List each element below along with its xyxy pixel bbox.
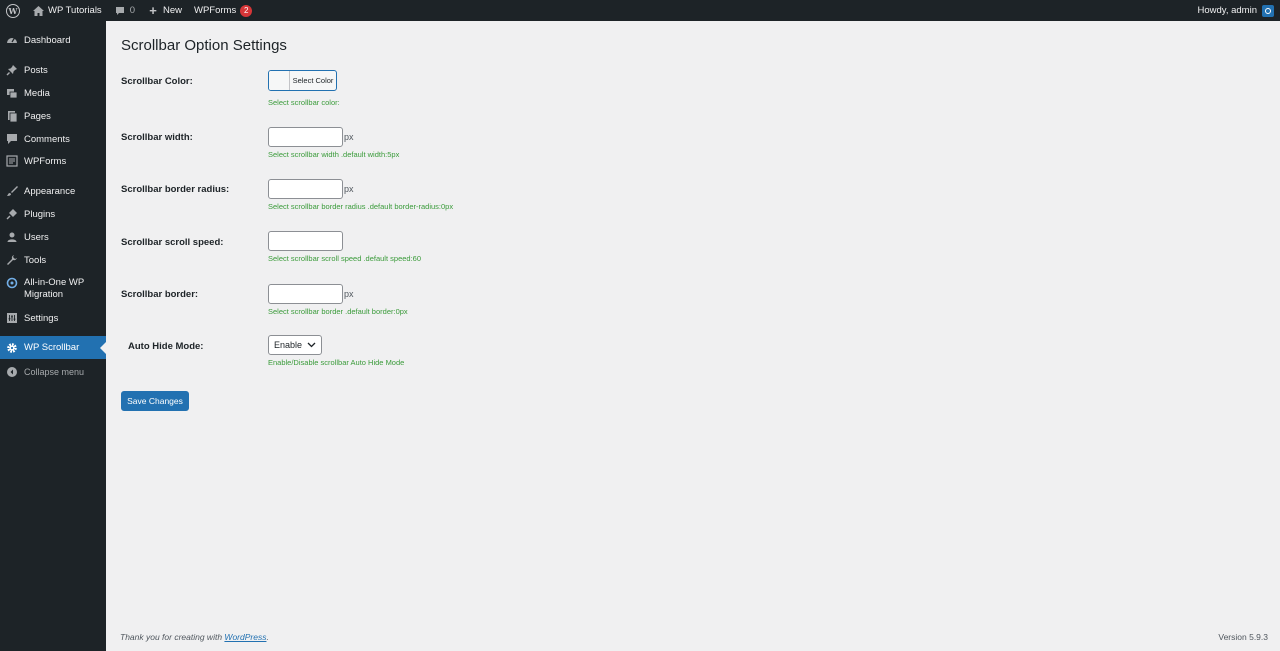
scrollbar-border-unit: px [344,289,354,299]
sidebar-item-appearance[interactable]: Appearance [0,180,106,202]
wpforms-notification-badge: 2 [240,4,253,17]
scrollbar-scroll-speed-input[interactable] [268,231,343,251]
comment-icon [6,133,18,145]
scrollbar-border-label: Scrollbar border: [121,289,199,300]
sidebar-item-wpforms[interactable]: WPForms [0,150,106,172]
plus-icon: + [149,3,157,18]
collapse-menu-button[interactable]: Collapse menu [0,361,106,383]
auto-hide-mode-help: Enable/Disable scrollbar Auto Hide Mode [268,358,405,367]
scrollbar-width-help: Select scrollbar width .default width:5p… [268,150,400,159]
dashboard-icon [6,34,18,46]
comment-bubble-icon [114,5,126,17]
sidebar-item-users[interactable]: Users [0,226,106,248]
wordpress-logo-icon: W [6,3,20,18]
site-name-label: WP Tutorials [48,5,102,16]
color-swatch [269,71,290,90]
comments-link[interactable]: 0 [108,0,141,21]
new-label: New [162,5,182,16]
auto-hide-mode-label: Auto Hide Mode: [128,341,204,352]
gear-icon [6,342,18,354]
scrollbar-width-label: Scrollbar width: [121,132,193,143]
select-color-button[interactable]: Select Color [268,70,337,91]
migration-icon [6,277,18,289]
comments-count: 0 [129,5,135,16]
scrollbar-border-radius-input[interactable] [268,179,343,199]
wpforms-link[interactable]: WPForms 2 [188,0,258,21]
form-icon [6,155,18,167]
site-name-link[interactable]: WP Tutorials [26,0,108,21]
scrollbar-scroll-speed-help: Select scrollbar scroll speed .default s… [268,254,422,263]
footer-thanks: Thank you for creating with WordPress. [120,632,269,642]
scrollbar-scroll-speed-label: Scrollbar scroll speed: [121,237,224,248]
scrollbar-color-help: Select scrollbar color: [268,98,340,107]
footer-version: Version 5.9.3 [1218,632,1268,642]
my-account-link[interactable]: Howdy, admin [1192,0,1277,21]
page-title: Scrollbar Option Settings [121,37,287,54]
avatar [1262,4,1274,17]
settings-icon [6,312,18,324]
scrollbar-color-label: Scrollbar Color: [121,76,193,87]
pages-icon [6,110,18,122]
howdy-label: Howdy, admin [1197,5,1258,16]
scrollbar-border-input[interactable] [268,284,343,304]
scrollbar-width-unit: px [344,132,354,142]
auto-hide-mode-selected: Enable [274,340,303,350]
sidebar-item-all-in-one-wp-migration[interactable]: All-in-One WP Migration [0,273,106,303]
select-color-label: Select Color [292,76,334,85]
collapse-icon [6,366,18,378]
brush-icon [6,185,18,197]
save-changes-button[interactable]: Save Changes [121,391,189,411]
wordpress-link[interactable]: WordPress [224,632,266,642]
plug-icon [6,208,18,220]
sidebar-item-dashboard[interactable]: Dashboard [0,29,106,51]
media-icon [6,87,18,99]
pin-icon [6,64,18,76]
sidebar-item-wp-scrollbar[interactable]: WP Scrollbar [0,336,106,359]
sidebar-item-plugins[interactable]: Plugins [0,203,106,225]
main-content: Scrollbar Option Settings Scrollbar Colo… [106,21,1280,651]
scrollbar-border-radius-unit: px [344,184,354,194]
sidebar-item-media[interactable]: Media [0,82,106,104]
wpforms-label: WPForms [194,5,237,16]
sidebar-item-tools[interactable]: Tools [0,249,106,271]
admin-bar: W WP Tutorials 0 + New WPForms 2 Howdy, … [0,0,1280,21]
scrollbar-width-input[interactable] [268,127,343,147]
sidebar-item-posts[interactable]: Posts [0,59,106,81]
admin-sidebar: Dashboard Posts Media Pages Comments WPF… [0,21,106,651]
new-content-link[interactable]: + New [141,0,188,21]
scrollbar-border-radius-label: Scrollbar border radius: [121,184,230,195]
scrollbar-border-help: Select scrollbar border .default border:… [268,307,408,316]
chevron-down-icon [307,340,316,351]
wp-logo-menu[interactable]: W [0,0,26,21]
scrollbar-border-radius-help: Select scrollbar border radius .default … [268,202,454,211]
sidebar-item-settings[interactable]: Settings [0,307,106,329]
auto-hide-mode-select[interactable]: Enable [268,335,322,355]
user-icon [6,231,18,243]
sidebar-item-comments[interactable]: Comments [0,128,106,150]
wrench-icon [6,254,18,266]
home-icon [32,5,44,17]
sidebar-item-pages[interactable]: Pages [0,105,106,127]
